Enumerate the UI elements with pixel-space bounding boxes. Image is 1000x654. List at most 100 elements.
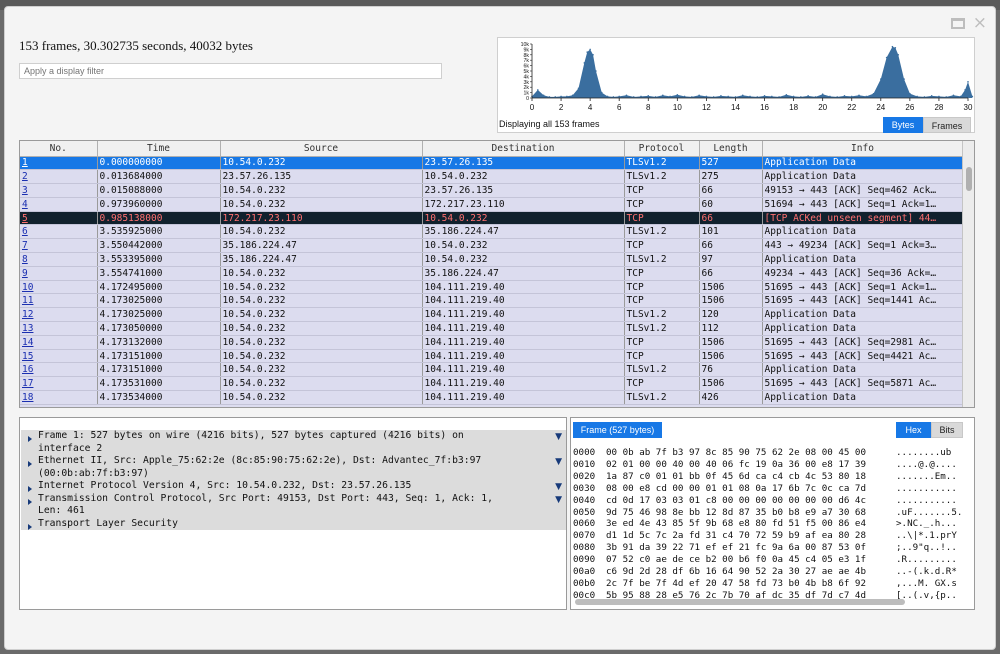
bits-tab[interactable]: Bits (931, 422, 963, 438)
packet-protocol: TCP (624, 293, 700, 309)
packet-row[interactable]: 18 4.173534000 10.54.0.232 104.111.219.40 TL… (20, 390, 964, 405)
io-graph-point (618, 95, 620, 98)
packet-number-link[interactable]: 6 (22, 226, 28, 237)
packet-number-link[interactable]: 2 (22, 171, 28, 182)
tree-item[interactable]: Transport Layer Security (21, 518, 566, 531)
io-graph-point (930, 95, 933, 97)
packet-time: 4.173050000 (97, 321, 221, 336)
packet-number-link[interactable]: 9 (22, 268, 28, 279)
packet-source: 10.54.0.232 (220, 307, 423, 323)
scrollbar-thumb[interactable] (966, 167, 972, 191)
tree-item[interactable]: Internet Protocol Version 4, Src: 10.54.… (21, 480, 566, 493)
packet-details-pane: Frame 1: 527 bytes on wire (4216 bits), … (19, 417, 567, 610)
packet-number-link[interactable]: 3 (22, 185, 28, 196)
packet-source: 10.54.0.232 (220, 266, 423, 281)
packet-number-link[interactable]: 14 (22, 337, 33, 348)
packet-row[interactable]: 15 4.173151000 10.54.0.232 104.111.219.40 TC… (20, 349, 964, 364)
expand-arrow-icon[interactable] (28, 523, 32, 530)
filter-icon[interactable]: ▼ (555, 494, 562, 507)
close-icon[interactable]: × (973, 15, 987, 32)
packet-source: 35.186.224.47 (220, 252, 423, 267)
expand-arrow-icon[interactable] (28, 486, 32, 492)
expand-arrow-icon[interactable] (28, 461, 32, 467)
packet-row[interactable]: 3 0.015088000 10.54.0.232 23.57.26.135 TCP 66… (20, 183, 964, 198)
io-graph-point (814, 96, 817, 98)
bytes-toggle-button[interactable]: Bytes (883, 117, 923, 133)
hex-offset: 00a0 (573, 566, 596, 578)
column-header-info[interactable]: Info (762, 141, 964, 157)
packet-length: 66 (699, 266, 763, 281)
packet-list-scrollbar[interactable] (962, 141, 974, 407)
x-tick-label: 8 (646, 103, 651, 112)
packet-row[interactable]: 7 3.550442000 35.186.224.47 10.54.0.232 TCP 6… (20, 238, 964, 254)
io-graph-point (897, 54, 900, 56)
io-graph-point (669, 95, 671, 98)
tree-item[interactable]: Transmission Control Protocol, Src Port:… (21, 493, 566, 518)
packet-number-link[interactable]: 12 (22, 309, 33, 320)
packet-number-link[interactable]: 4 (22, 199, 28, 210)
frames-toggle-button[interactable]: Frames (923, 117, 971, 133)
column-header-destination[interactable]: Destination (422, 141, 625, 157)
packet-row[interactable]: 11 4.173025000 10.54.0.232 104.111.219.40 TC… (20, 293, 964, 309)
packet-row[interactable]: 1 0.000000000 10.54.0.232 23.57.26.135 TLSv1… (20, 156, 964, 171)
packet-protocol: TLSv1.2 (624, 224, 700, 240)
packet-row[interactable]: 14 4.173132000 10.54.0.232 104.111.219.40 TC… (20, 335, 964, 350)
x-tick-label: 22 (847, 103, 856, 112)
packet-row[interactable]: 2 0.013684000 23.57.26.135 10.54.0.232 TLSv1… (20, 169, 964, 185)
tree-item[interactable]: Frame 1: 527 bytes on wire (4216 bits), … (21, 430, 566, 455)
column-header-no[interactable]: No. (20, 141, 98, 157)
packet-row[interactable]: 4 0.973960000 10.54.0.232 172.217.23.110 TCP… (20, 197, 964, 212)
hex-bytes: 3e ed 4e 43 85 5f 9b 68 e8 80 fd 51 f5 0… (606, 518, 866, 530)
packet-number-link[interactable]: 1 (22, 157, 28, 168)
packet-row[interactable]: 10 4.172495000 10.54.0.232 104.111.219.40 TC… (20, 280, 964, 295)
packet-number-link[interactable]: 15 (22, 351, 33, 362)
io-graph-point (891, 45, 894, 48)
packet-row[interactable]: 16 4.173151000 10.54.0.232 104.111.219.40 TL… (20, 362, 964, 378)
filter-icon[interactable]: ▼ (555, 431, 562, 444)
packet-number-link[interactable]: 16 (22, 364, 33, 375)
column-header-source[interactable]: Source (220, 141, 423, 157)
x-tick-label: 0 (530, 103, 535, 112)
column-header-time[interactable]: Time (97, 141, 221, 157)
io-graph-point (583, 62, 586, 64)
packet-row[interactable]: 9 3.554741000 10.54.0.232 35.186.224.47 TCP 6… (20, 266, 964, 281)
io-graph-point (843, 95, 846, 97)
io-graph-point (676, 93, 679, 96)
packet-time: 0.013684000 (97, 169, 221, 185)
hex-dump-scrollbar[interactable] (575, 599, 905, 605)
filter-icon[interactable]: ▼ (555, 456, 562, 469)
packet-number-link[interactable]: 10 (22, 282, 33, 293)
io-graph-point (600, 91, 603, 94)
expand-arrow-icon[interactable] (28, 498, 32, 505)
column-header-length[interactable]: Length (699, 141, 763, 157)
hex-ascii: .uF.......5. (896, 506, 963, 518)
packet-number-link[interactable]: 17 (22, 378, 33, 389)
tree-item[interactable]: Ethernet II, Src: Apple_75:62:2e (8c:85:… (21, 455, 566, 480)
io-graph-point (903, 78, 905, 80)
packet-row[interactable]: 5 0.985138000 172.217.23.110 10.54.0.232 TCP… (20, 211, 964, 226)
hex-ascii: >.NC._.h... (896, 518, 957, 530)
packet-number-link[interactable]: 18 (22, 392, 33, 403)
packet-number-link[interactable]: 8 (22, 254, 28, 265)
packet-number-link[interactable]: 11 (22, 295, 33, 306)
packet-row[interactable]: 17 4.173531000 10.54.0.232 104.111.219.40 TC… (20, 376, 964, 392)
column-header-protocol[interactable]: Protocol (624, 141, 700, 157)
packet-number-link[interactable]: 13 (22, 323, 33, 334)
packet-number: 2 (20, 169, 98, 185)
packet-info: [TCP ACKed unseen segment] 44… (762, 211, 964, 226)
expand-arrow-icon[interactable] (28, 436, 32, 442)
x-tick-label: 16 (760, 103, 769, 112)
packet-row[interactable]: 8 3.553395000 35.186.224.47 10.54.0.232 TLSv… (20, 252, 964, 267)
packet-row[interactable]: 6 3.535925000 10.54.0.232 35.186.224.47 TLSv… (20, 224, 964, 240)
display-filter-input[interactable] (19, 63, 442, 79)
packet-time: 4.173531000 (97, 376, 221, 392)
x-tick-label: 30 (964, 103, 973, 112)
packet-row[interactable]: 12 4.173025000 10.54.0.232 104.111.219.40 TL… (20, 307, 964, 323)
packet-row[interactable]: 13 4.173050000 10.54.0.232 104.111.219.40 TL… (20, 321, 964, 336)
maximize-icon[interactable] (950, 17, 965, 29)
frame-tab[interactable]: Frame (527 bytes) (573, 422, 662, 438)
packet-number-link[interactable]: 7 (22, 240, 28, 251)
hex-tab[interactable]: Hex (896, 422, 931, 438)
packet-number-link[interactable]: 5 (22, 213, 28, 224)
io-graph-point (909, 92, 911, 95)
